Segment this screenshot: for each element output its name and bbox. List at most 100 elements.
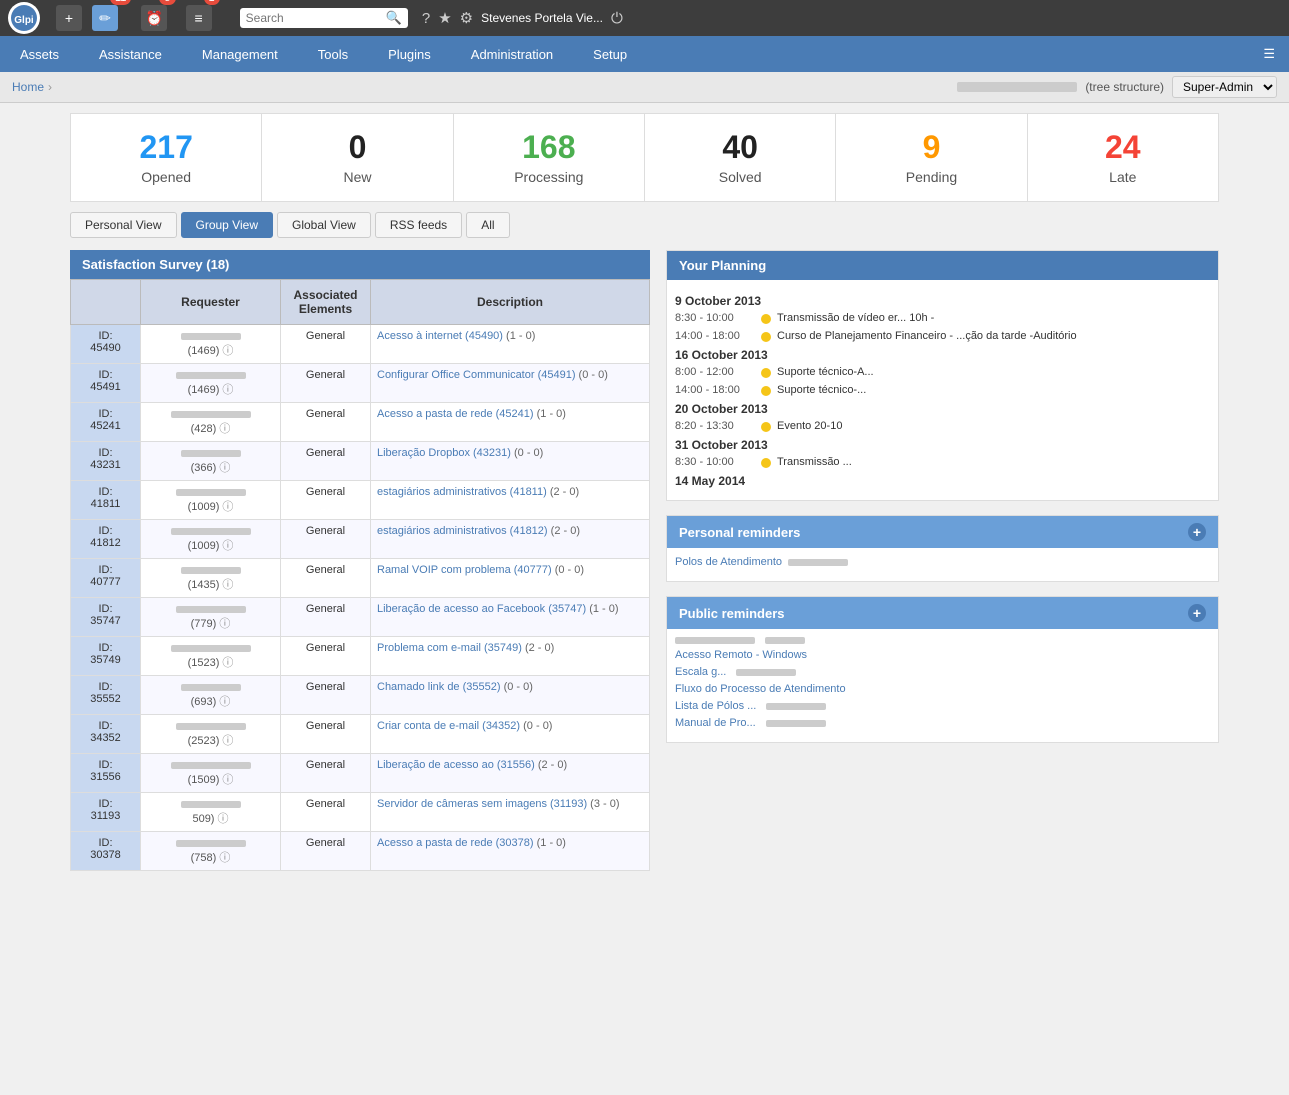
planning-time: 14:00 - 18:00 <box>675 330 755 342</box>
survey-header: Satisfaction Survey (18) <box>70 250 650 279</box>
stat-cell[interactable]: 9 Pending <box>836 114 1027 201</box>
ticket-link[interactable]: Acesso a pasta de rede (45241) <box>377 408 534 420</box>
gear-icon[interactable]: ⚙ <box>460 9 473 27</box>
stat-cell[interactable]: 168 Processing <box>454 114 645 201</box>
planning-time: 14:00 - 18:00 <box>675 384 755 396</box>
table-row: ID: 43231 (366) ⓘGeneralLiberação Dropbo… <box>71 442 650 481</box>
ticket-link[interactable]: estagiários administrativos (41811) <box>377 486 547 498</box>
stat-cell[interactable]: 0 New <box>262 114 453 201</box>
associated-cell: General <box>281 598 371 637</box>
ticket-link[interactable]: Criar conta de e-mail (34352) <box>377 720 520 732</box>
ticket-link[interactable]: estagiários administrativos (41812) <box>377 525 548 537</box>
planning-description: Suporte técnico-A... <box>777 366 1210 378</box>
tab-button[interactable]: RSS feeds <box>375 212 462 238</box>
planning-description: Evento 20-10 <box>777 420 1210 432</box>
planning-item: 14:00 - 18:00 Suporte técnico-... <box>675 384 1210 396</box>
table-row: ID: 45490 (1469) ⓘGeneralAcesso à intern… <box>71 325 650 364</box>
add-public-reminder-button[interactable]: + <box>1188 604 1206 622</box>
nav-assets[interactable]: Assets <box>0 37 79 72</box>
nav-administration[interactable]: Administration <box>451 37 573 72</box>
survey-col-header <box>71 280 141 325</box>
add-icon[interactable]: + <box>56 5 82 31</box>
requester-cell: (758) ⓘ <box>141 832 281 871</box>
personal-reminder-link[interactable]: Polos de Atendimento <box>675 556 782 568</box>
planning-time: 8:20 - 13:30 <box>675 420 755 432</box>
ticket-id: ID: 43231 <box>71 442 141 481</box>
table-row: ID: 35552 (693) ⓘGeneralChamado link de … <box>71 676 650 715</box>
list-icon[interactable]: ≡ <box>186 5 212 31</box>
description-cell: Acesso a pasta de rede (45241) (1 - 0) <box>371 403 650 442</box>
ticket-id: ID: 30378 <box>71 832 141 871</box>
public-reminder-link[interactable]: Fluxo do Processo de Atendimento <box>675 683 846 695</box>
stat-cell[interactable]: 217 Opened <box>71 114 262 201</box>
tab-button[interactable]: All <box>466 212 509 238</box>
ticket-link[interactable]: Liberação de acesso ao Facebook (35747) <box>377 603 586 615</box>
power-icon[interactable]: ⏻ <box>611 10 623 27</box>
planning-dot <box>761 368 771 378</box>
ticket-link[interactable]: Acesso a pasta de rede (30378) <box>377 837 534 849</box>
requester-cell: (1523) ⓘ <box>141 637 281 676</box>
stat-label: Solved <box>655 169 825 185</box>
associated-cell: General <box>281 403 371 442</box>
user-name[interactable]: Stevenes Portela Vie... <box>481 11 603 25</box>
associated-cell: General <box>281 520 371 559</box>
description-cell: Acesso a pasta de rede (30378) (1 - 0) <box>371 832 650 871</box>
search-icon[interactable]: 🔍 <box>386 10 402 26</box>
pencil-button-group[interactable]: ✏ 11 <box>92 5 131 31</box>
table-row: ID: 31556 (1509) ⓘGeneralLiberação de ac… <box>71 754 650 793</box>
planning-date: 31 October 2013 <box>675 438 1210 452</box>
ticket-extra: (2 - 0) <box>548 525 580 537</box>
ticket-extra: (0 - 0) <box>552 564 584 576</box>
star-icon[interactable]: ★ <box>438 9 451 27</box>
pencil-icon[interactable]: ✏ <box>92 5 118 31</box>
planning-title: Your Planning <box>679 258 766 273</box>
ticket-link[interactable]: Liberação Dropbox (43231) <box>377 447 511 459</box>
ticket-link[interactable]: Liberação de acesso ao (31556) <box>377 759 535 771</box>
planning-dot <box>761 332 771 342</box>
public-reminder-link[interactable]: Escala g... <box>675 666 726 678</box>
stat-cell[interactable]: 24 Late <box>1028 114 1218 201</box>
description-cell: Chamado link de (35552) (0 - 0) <box>371 676 650 715</box>
planning-body[interactable]: 9 October 20138:30 - 10:00 Transmissão d… <box>667 280 1218 500</box>
planning-dot <box>761 458 771 468</box>
help-icon[interactable]: ? <box>422 10 430 27</box>
clock-button-group[interactable]: ⏰ 5 <box>141 5 175 31</box>
stat-number: 0 <box>272 130 442 165</box>
hamburger-icon[interactable]: ☰ <box>1249 36 1289 72</box>
list-button-group[interactable]: ≡ 1 <box>186 5 220 31</box>
ticket-link[interactable]: Chamado link de (35552) <box>377 681 501 693</box>
logo[interactable]: Glpi <box>8 2 40 34</box>
public-reminder-link[interactable]: Manual de Pro... <box>675 717 756 729</box>
stat-cell[interactable]: 40 Solved <box>645 114 836 201</box>
requester-cell: (1009) ⓘ <box>141 481 281 520</box>
ticket-link[interactable]: Ramal VOIP com problema (40777) <box>377 564 552 576</box>
public-reminder-link[interactable]: Acesso Remoto - Windows <box>675 649 807 661</box>
ticket-link[interactable]: Problema com e-mail (35749) <box>377 642 522 654</box>
add-button-group[interactable]: + <box>56 5 82 31</box>
add-personal-reminder-button[interactable]: + <box>1188 523 1206 541</box>
description-cell: Problema com e-mail (35749) (2 - 0) <box>371 637 650 676</box>
ticket-link[interactable]: Servidor de câmeras sem imagens (31193) <box>377 798 587 810</box>
nav-plugins[interactable]: Plugins <box>368 37 451 72</box>
nav-assistance[interactable]: Assistance <box>79 37 182 72</box>
search-input[interactable] <box>246 11 386 25</box>
ticket-id: ID: 45490 <box>71 325 141 364</box>
tab-button[interactable]: Global View <box>277 212 371 238</box>
nav-setup[interactable]: Setup <box>573 37 647 72</box>
clock-icon[interactable]: ⏰ <box>141 5 167 31</box>
ticket-link[interactable]: Acesso à internet (45490) <box>377 330 503 342</box>
nav-tools[interactable]: Tools <box>298 37 368 72</box>
planning-item: 8:30 - 10:00 Transmissão de vídeo er... … <box>675 312 1210 324</box>
nav-management[interactable]: Management <box>182 37 298 72</box>
breadcrumb-home[interactable]: Home <box>12 80 44 94</box>
requester-cell: (779) ⓘ <box>141 598 281 637</box>
public-reminder-link[interactable]: Lista de Pólos ... <box>675 700 756 712</box>
table-row: ID: 40777 (1435) ⓘGeneralRamal VOIP com … <box>71 559 650 598</box>
stat-label: New <box>272 169 442 185</box>
ticket-link[interactable]: Configurar Office Communicator (45491) <box>377 369 576 381</box>
tab-button[interactable]: Personal View <box>70 212 177 238</box>
table-row: ID: 34352 (2523) ⓘGeneralCriar conta de … <box>71 715 650 754</box>
tab-button[interactable]: Group View <box>181 212 273 238</box>
profile-select[interactable]: Super-Admin <box>1172 76 1277 98</box>
table-row: ID: 45491 (1469) ⓘGeneralConfigurar Offi… <box>71 364 650 403</box>
